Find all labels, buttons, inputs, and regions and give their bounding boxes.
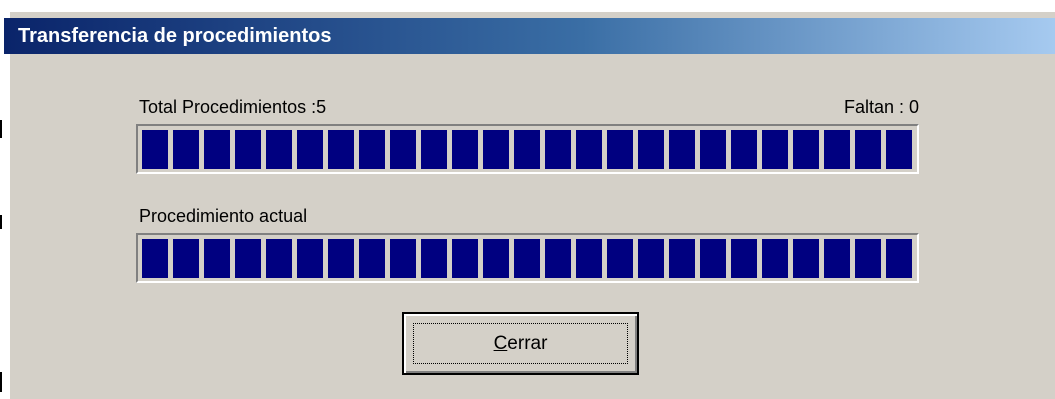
close-button-mnemonic: C (493, 332, 508, 354)
edge-mark (0, 120, 2, 138)
total-progress-fill (142, 130, 914, 169)
close-button[interactable]: Cerrar (402, 312, 639, 375)
edge-mark (0, 372, 2, 392)
current-progress-bar (136, 233, 919, 283)
current-progress-fill (142, 239, 914, 278)
title-bar[interactable]: Transferencia de procedimientos (4, 18, 1055, 54)
background-window-edge (0, 0, 6, 399)
total-procedures-label: Total Procedimientos :5 (139, 97, 327, 117)
close-button-label-rest: errar (507, 332, 548, 354)
total-progress-bar (136, 124, 919, 174)
close-button-label: Cerrar (494, 333, 548, 355)
edge-mark (0, 215, 2, 229)
window-title: Transferencia de procedimientos (18, 24, 332, 47)
remaining-label: Faltan : 0 (843, 97, 919, 117)
screen: Transferencia de procedimientos Total Pr… (0, 0, 1055, 399)
current-procedure-label: Procedimiento actual (139, 206, 308, 226)
